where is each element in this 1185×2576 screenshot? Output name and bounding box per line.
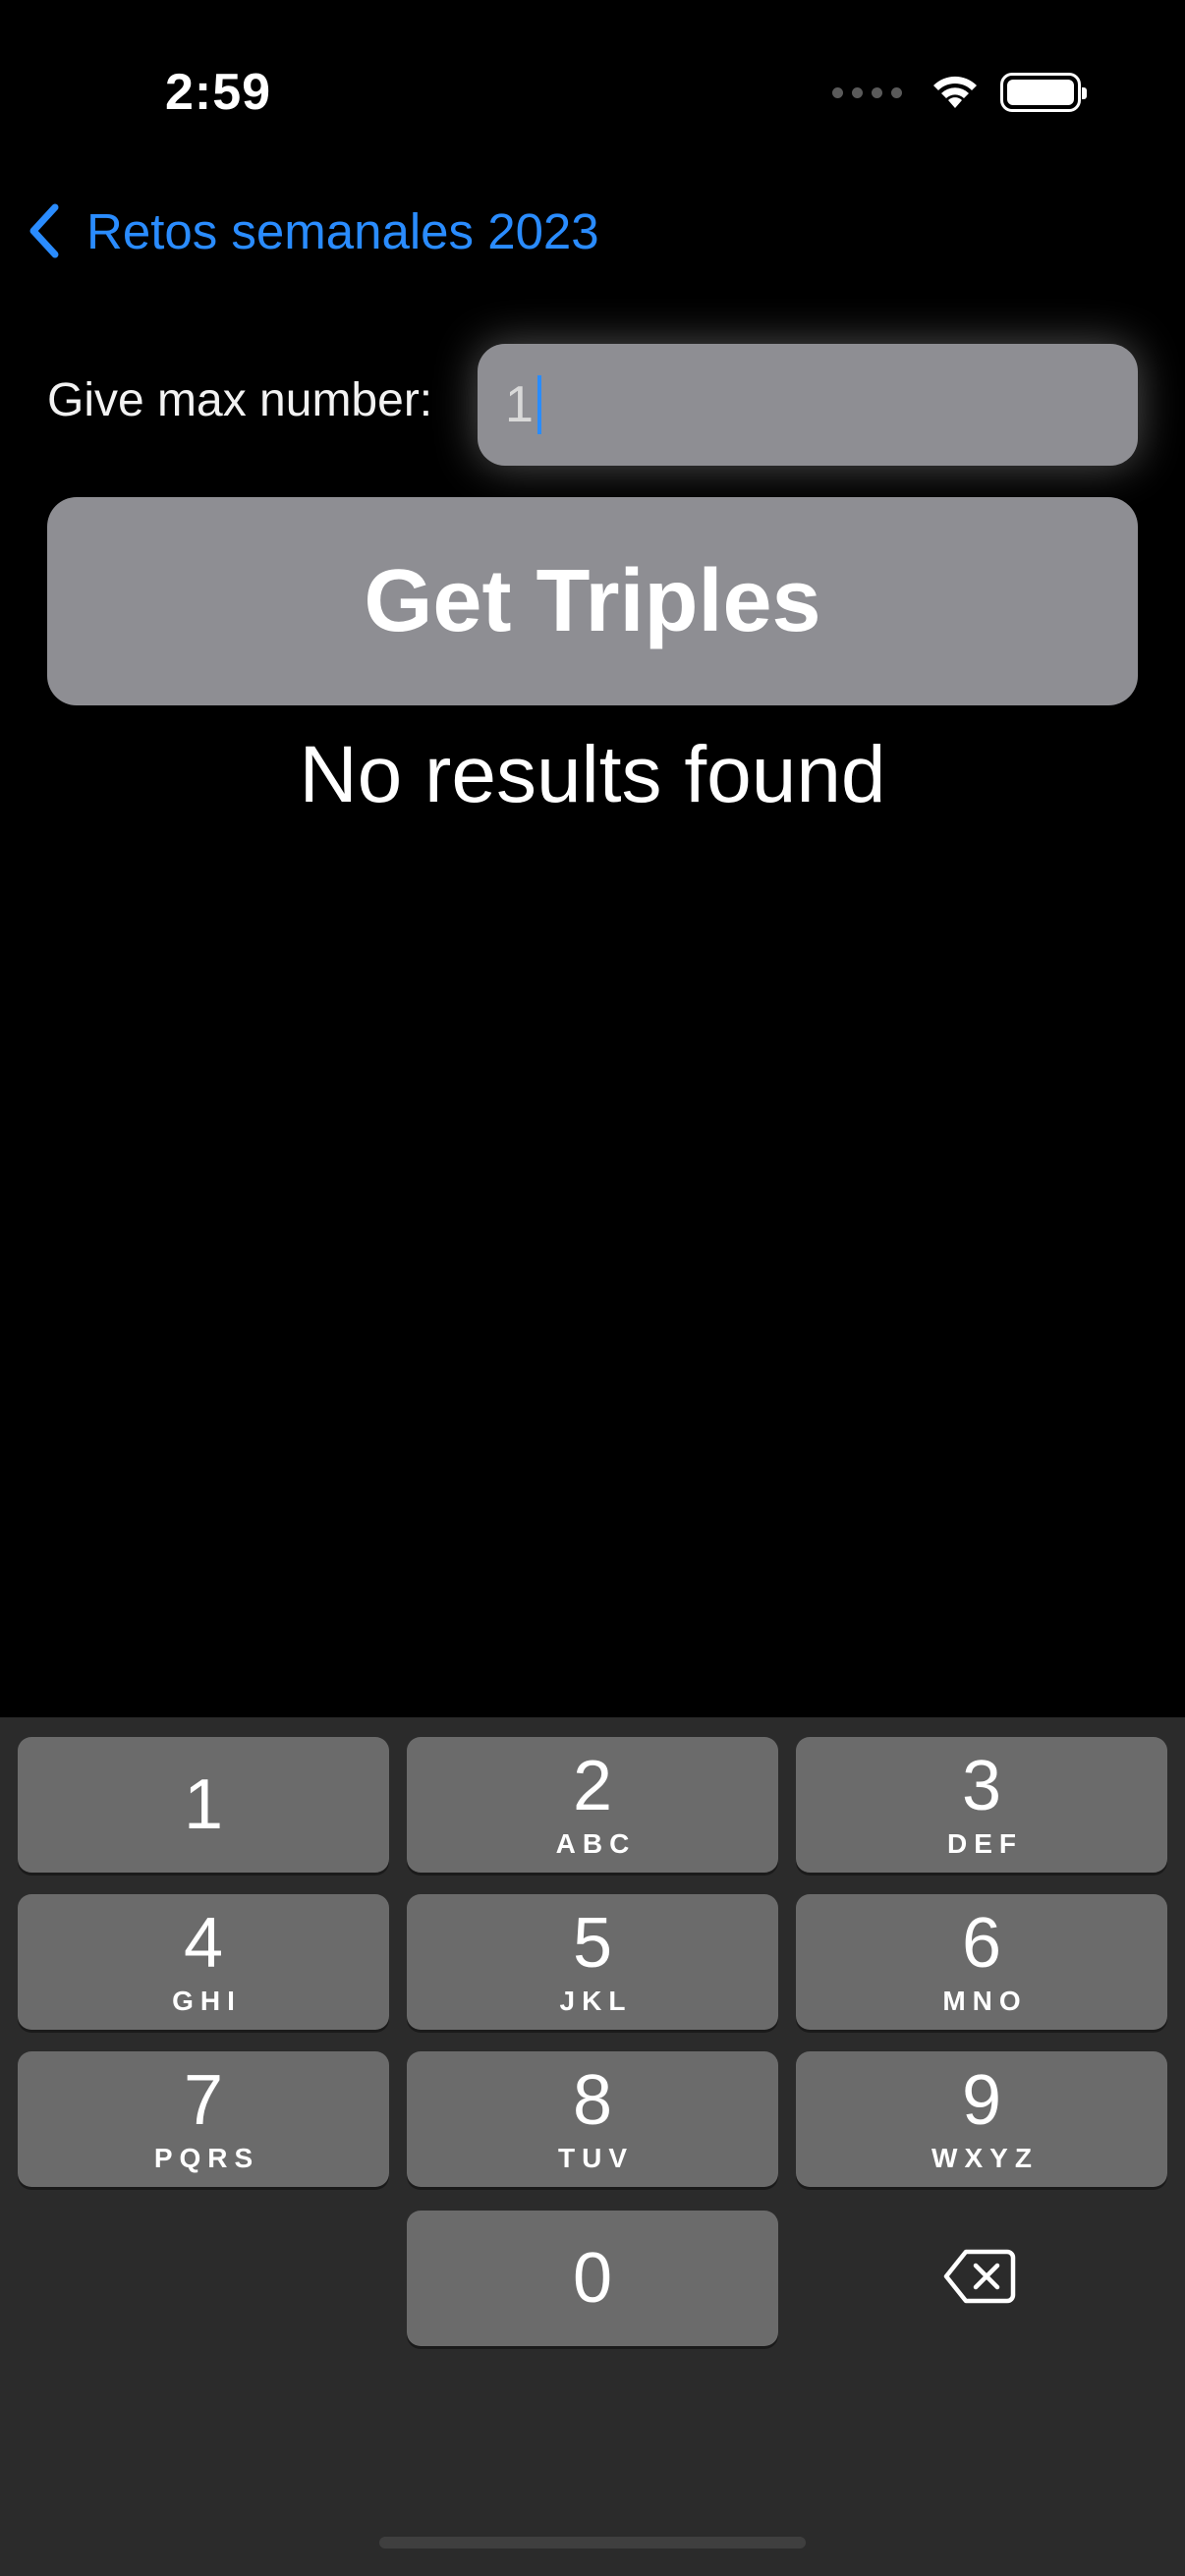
key-letters: ABC <box>555 1828 637 1859</box>
key-3[interactable]: 3 DEF <box>796 1737 1167 1873</box>
key-0[interactable]: 0 <box>407 2211 778 2346</box>
max-number-input[interactable]: 1 <box>478 344 1138 466</box>
key-2[interactable]: 2 ABC <box>407 1737 778 1873</box>
back-button[interactable]: Retos semanales 2023 <box>24 195 599 267</box>
key-digit: 3 <box>961 1747 1002 1825</box>
get-triples-button[interactable]: Get Triples <box>47 497 1138 705</box>
key-letters: MNO <box>942 1986 1028 2016</box>
key-letters: DEF <box>947 1828 1023 1859</box>
cellular-signal-icon <box>832 86 902 98</box>
battery-icon <box>1000 73 1087 112</box>
key-letters: GHI <box>172 1986 242 2016</box>
max-number-input-value: 1 <box>505 376 534 433</box>
backspace-icon <box>943 2249 1016 2304</box>
chevron-left-icon <box>29 203 59 258</box>
max-number-label: Give max number: <box>47 374 433 426</box>
key-letters: PQRS <box>153 2143 260 2173</box>
key-9[interactable]: 9 WXYZ <box>796 2051 1167 2187</box>
key-digit: 7 <box>183 2061 224 2140</box>
key-7[interactable]: 7 PQRS <box>18 2051 389 2187</box>
key-letters: WXYZ <box>931 2143 1039 2173</box>
key-digit: 4 <box>183 1904 224 1983</box>
key-digit: 1 <box>183 1765 224 1844</box>
result-message: No results found <box>299 730 886 819</box>
key-5[interactable]: 5 JKL <box>407 1894 778 2030</box>
key-digit: 6 <box>961 1904 1002 1983</box>
delete-key[interactable] <box>794 2209 1165 2344</box>
back-button-label: Retos semanales 2023 <box>86 202 599 259</box>
key-4[interactable]: 4 GHI <box>18 1894 389 2030</box>
text-caret <box>536 375 541 434</box>
key-digit: 2 <box>572 1747 613 1825</box>
status-icons <box>832 69 1087 116</box>
home-indicator[interactable] <box>379 2537 806 2548</box>
key-letters: JKL <box>559 1986 633 2016</box>
key-1[interactable]: 1 <box>18 1737 389 1873</box>
wifi-icon <box>933 76 977 108</box>
screen: 2:59 Retos semanales 2023 Give max numbe… <box>0 0 1185 2576</box>
key-letters: TUV <box>558 2143 634 2173</box>
key-digit: 8 <box>572 2061 613 2140</box>
key-digit: 0 <box>572 2239 613 2318</box>
status-time: 2:59 <box>165 64 272 121</box>
key-6[interactable]: 6 MNO <box>796 1894 1167 2030</box>
key-digit: 9 <box>961 2061 1002 2140</box>
key-digit: 5 <box>572 1904 613 1983</box>
key-8[interactable]: 8 TUV <box>407 2051 778 2187</box>
